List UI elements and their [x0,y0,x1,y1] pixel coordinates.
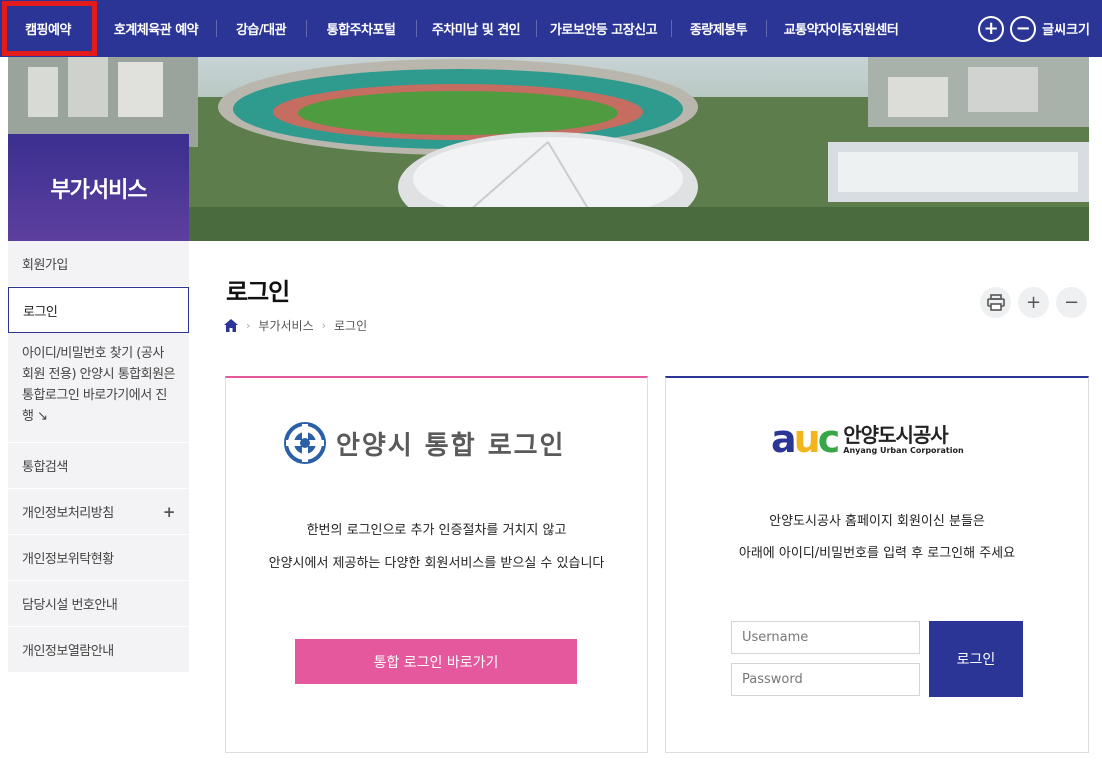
sidebar-item-label: 담당시설 번호안내 [22,598,118,613]
integrated-login-panel: 안양시 통합 로그인 한번의 로그인으로 추가 인증절차를 거치지 않고 안양시… [225,376,648,753]
sidebar-item-label: 로그인 [23,304,58,320]
sidebar-item-4[interactable]: 개인정보처리방침 + [8,489,189,535]
sidebar-item-6[interactable]: 담당시설 번호안내 [8,581,189,627]
breadcrumb-separator: › [246,319,251,332]
zoom-in-button[interactable]: + [1018,287,1049,318]
auc-logo-korean-name: 안양도시공사 [843,422,948,447]
font-decrease-button[interactable]: − [1010,15,1037,42]
top-nav-items: 캠핑예약 호계체육관 예약 강습/대관 통합주차포털 주차미납 및 견인 가로보안등 고장… [0,0,916,57]
nav-item-1[interactable]: 호계체육관 예약 [96,0,216,57]
breadcrumb: › 부가서비스 › 로그인 [224,317,367,334]
expand-plus-icon[interactable]: + [163,503,176,521]
login-button[interactable]: 로그인 [929,621,1023,697]
sidebar-item-0[interactable]: 회원가입 [8,241,189,287]
zoom-out-button[interactable]: − [1056,287,1087,318]
sidebar-item-2[interactable]: 아이디/비밀번호 찾기 (공사회원 전용) 안양시 통합회원은 통합로그인 바로… [8,333,189,443]
anyang-urban-corporation-logo: auc 안양도시공사 Anyang Urban Corporation [771,420,964,458]
nav-item-6[interactable]: 종량제봉투 [671,0,766,57]
auc-logo-english-name: Anyang Urban Corporation [843,445,964,455]
font-increase-button[interactable]: + [978,15,1005,42]
nav-item-7[interactable]: 교통약자이동지원센터 [766,0,916,57]
breadcrumb-item-additional-services[interactable]: 부가서비스 [258,317,313,334]
integrated-login-desc-line2: 안양시에서 제공하는 다양한 회원서비스를 받으실 수 있습니다 [268,556,605,571]
sidebar-item-label: 회원가입 [22,258,68,273]
auc-logo-names: 안양도시공사 Anyang Urban Corporation [843,424,963,455]
integrated-login-button[interactable]: 통합 로그인 바로가기 [295,639,577,684]
username-field[interactable] [731,621,920,654]
sidebar-title: 부가서비스 [8,134,189,241]
sidebar-item-5[interactable]: 개인정보위탁현황 [8,535,189,581]
print-icon [986,294,1005,311]
sidebar-item-1[interactable]: 로그인 [8,287,189,333]
nav-item-2[interactable]: 강습/대관 [216,0,306,57]
corporation-login-panel: auc 안양도시공사 Anyang Urban Corporation 안양도시… [665,376,1089,753]
integrated-login-desc-line1: 한번의 로그인으로 추가 인증절차를 거치지 않고 [306,523,567,538]
page-title: 로그인 [226,278,290,306]
anyang-city-emblem-icon [284,422,326,464]
sidebar-item-label: 개인정보처리방침 [22,506,114,521]
corporation-login-desc-line2: 아래에 아이디/비밀번호를 입력 후 로그인해 주세요 [738,546,1016,561]
font-size-tools: + − 글씨크기 [978,0,1090,57]
anyang-integrated-login-logo: 안양시 통합 로그인 [284,422,565,464]
password-field[interactable] [731,663,920,696]
nav-item-5[interactable]: 가로보안등 고장신고 [536,0,671,57]
top-nav: 캠핑예약 호계체육관 예약 강습/대관 통합주차포털 주차미납 및 견인 가로보안등 고장… [0,0,1102,57]
nav-item-3[interactable]: 통합주차포털 [306,0,416,57]
anyang-login-logo-text: 안양시 통합 로그인 [336,430,566,461]
sidebar-item-label: 개인정보열람안내 [22,644,114,659]
breadcrumb-item-login[interactable]: 로그인 [334,317,367,334]
sidebar-menu: 회원가입로그인아이디/비밀번호 찾기 (공사회원 전용) 안양시 통합회원은 통… [8,241,189,673]
sidebar-item-3[interactable]: 통합검색 [8,443,189,489]
sidebar-item-7[interactable]: 개인정보열람안내 [8,627,189,673]
nav-item-4[interactable]: 주차미납 및 견인 [416,0,536,57]
auc-logo-mark-icon: auc [771,417,840,461]
sidebar-item-label: 개인정보위탁현황 [22,552,114,567]
font-size-label: 글씨크기 [1042,23,1090,38]
sidebar-item-label: 아이디/비밀번호 찾기 (공사회원 전용) 안양시 통합회원은 통합로그인 바로… [22,346,176,424]
corporation-login-desc-line1: 안양도시공사 홈페이지 회원이신 분들은 [769,514,985,529]
home-icon[interactable] [224,319,238,332]
print-button[interactable] [980,287,1011,318]
sidebar-item-label: 통합검색 [22,460,68,475]
nav-item-0[interactable]: 캠핑예약 [0,0,96,57]
page-tools: + − [980,287,1087,318]
breadcrumb-separator: › [321,319,327,332]
